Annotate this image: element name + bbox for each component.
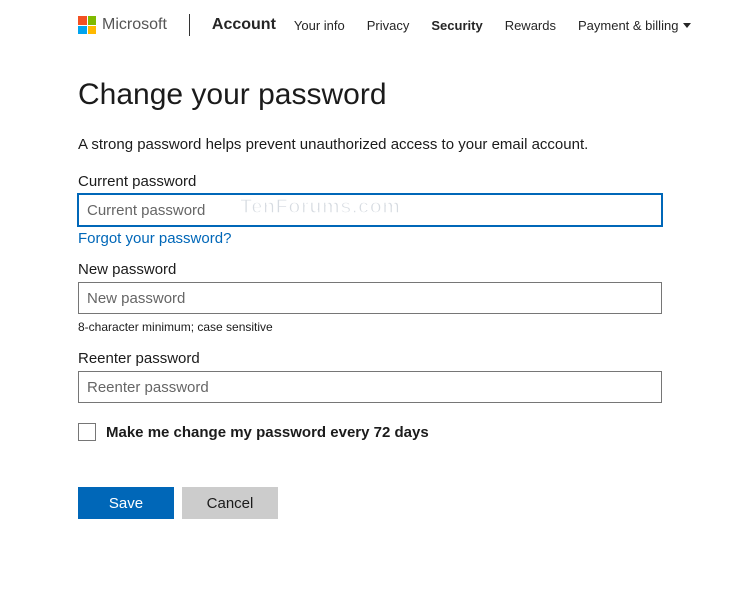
brand-text: Microsoft	[102, 16, 167, 34]
page-title: Change your password	[78, 78, 657, 112]
nav-security[interactable]: Security	[431, 18, 482, 33]
nav-your-info[interactable]: Your info	[294, 18, 345, 33]
divider	[189, 14, 190, 36]
current-password-label: Current password	[78, 173, 657, 190]
nav-privacy[interactable]: Privacy	[367, 18, 410, 33]
product-name[interactable]: Account	[212, 16, 276, 34]
reenter-password-group: Reenter password	[78, 350, 657, 403]
new-password-input[interactable]	[78, 282, 662, 314]
nav-rewards[interactable]: Rewards	[505, 18, 556, 33]
page-description: A strong password helps prevent unauthor…	[78, 136, 657, 153]
change-every-72-days-label: Make me change my password every 72 days	[106, 424, 429, 441]
cancel-button[interactable]: Cancel	[182, 487, 278, 519]
forgot-password-link[interactable]: Forgot your password?	[78, 230, 231, 247]
header: Microsoft Account Your info Privacy Secu…	[0, 0, 735, 50]
main-content: Change your password A strong password h…	[0, 50, 735, 519]
save-button[interactable]: Save	[78, 487, 174, 519]
password-hint: 8-character minimum; case sensitive	[78, 320, 657, 334]
current-password-input[interactable]	[78, 194, 662, 226]
new-password-group: New password 8-character minimum; case s…	[78, 261, 657, 334]
top-nav: Your info Privacy Security Rewards Payme…	[294, 18, 692, 33]
change-every-72-days-checkbox[interactable]	[78, 423, 96, 441]
change-every-72-days-row: Make me change my password every 72 days	[78, 423, 657, 441]
current-password-group: Current password Forgot your password?	[78, 173, 657, 247]
chevron-down-icon	[683, 23, 691, 28]
reenter-password-label: Reenter password	[78, 350, 657, 367]
microsoft-logo-icon	[78, 16, 96, 34]
new-password-label: New password	[78, 261, 657, 278]
microsoft-logo[interactable]: Microsoft	[78, 16, 167, 34]
nav-payment-billing[interactable]: Payment & billing	[578, 18, 691, 33]
button-row: Save Cancel	[78, 487, 657, 519]
nav-payment-billing-label: Payment & billing	[578, 18, 678, 33]
reenter-password-input[interactable]	[78, 371, 662, 403]
